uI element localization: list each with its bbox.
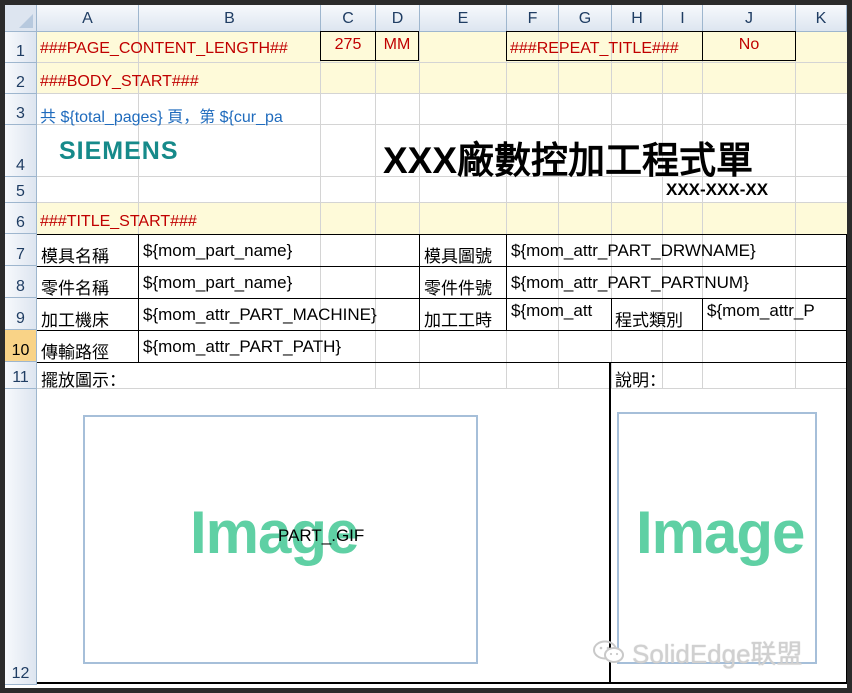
- value-mold-name[interactable]: ${mom_part_name}: [143, 241, 418, 261]
- row-number: 8: [16, 278, 25, 295]
- wechat-icon: [592, 640, 626, 664]
- row-header-6[interactable]: 6: [5, 203, 37, 234]
- value-transfer-path[interactable]: ${mom_attr_PART_PATH}: [143, 337, 543, 357]
- column-header-f[interactable]: F: [507, 5, 559, 32]
- select-all-corner[interactable]: [5, 5, 37, 32]
- column-header-e[interactable]: E: [420, 5, 507, 32]
- value-part-name[interactable]: ${mom_part_name}: [143, 273, 418, 293]
- document-number[interactable]: XXX-XXX-XX: [666, 180, 768, 200]
- label-machine: 加工機床: [41, 311, 109, 330]
- row-header-12[interactable]: 12: [5, 389, 37, 685]
- row-number: 5: [16, 183, 25, 200]
- page-content-length-cell[interactable]: ###PAGE_CONTENT_LENGTH##: [40, 40, 320, 60]
- row-number: 11: [12, 369, 29, 386]
- placement-label: 擺放圖示：: [41, 371, 126, 390]
- row-number: 12: [11, 665, 30, 682]
- column-header-c[interactable]: C: [321, 5, 376, 32]
- form-border: [419, 234, 420, 330]
- placement-image-caption: PART_.GIF: [278, 526, 365, 545]
- row-number: 6: [16, 214, 25, 231]
- column-header-i[interactable]: I: [663, 5, 703, 32]
- row-header-2[interactable]: 2: [5, 63, 37, 94]
- row-header-1[interactable]: 1: [5, 32, 37, 63]
- corner-triangle-icon: [19, 14, 33, 28]
- length-unit: MM: [383, 36, 411, 53]
- value-machine[interactable]: ${mom_attr_PART_MACHINE}: [143, 305, 418, 325]
- spreadsheet: A B C D E F G H I J K 1 2 3 4 5 6 7 8 9 …: [0, 0, 852, 693]
- row-header-8[interactable]: 8: [5, 266, 37, 298]
- title-start-cell[interactable]: ###TITLE_START###: [40, 213, 340, 231]
- row-header-3[interactable]: 3: [5, 94, 37, 125]
- notes-label: 說明：: [615, 371, 666, 390]
- label-part-number: 零件件號: [424, 279, 492, 298]
- row-number: 3: [16, 105, 25, 122]
- row-number: 1: [16, 43, 25, 60]
- form-border: [611, 298, 612, 330]
- row-header-5[interactable]: 5: [5, 177, 37, 203]
- repeat-value: No: [738, 36, 760, 53]
- form-border: [138, 234, 139, 362]
- repeat-title-cell: ###REPEAT_TITLE###: [510, 40, 679, 57]
- row-number: 7: [16, 246, 25, 263]
- label-program-type: 程式類別: [615, 311, 683, 330]
- document-title[interactable]: XXX廠數控加工程式單: [383, 130, 753, 184]
- column-header-h[interactable]: H: [612, 5, 663, 32]
- column-header-k[interactable]: K: [796, 5, 847, 32]
- gridline: [37, 93, 847, 94]
- gridline: [37, 62, 847, 63]
- length-value: 275: [334, 36, 362, 53]
- row-header-11[interactable]: 11: [5, 362, 37, 389]
- label-transfer-path: 傳輸路徑: [41, 343, 109, 362]
- row-header-7[interactable]: 7: [5, 234, 37, 266]
- row-number: 2: [16, 74, 25, 91]
- form-border: [702, 298, 703, 330]
- column-header-g[interactable]: G: [559, 5, 612, 32]
- label-part-name: 零件名稱: [41, 279, 109, 298]
- row-number: 10: [11, 342, 30, 359]
- value-part-number[interactable]: ${mom_attr_PART_PARTNUM}: [511, 273, 846, 293]
- row-header-9[interactable]: 9: [5, 298, 37, 330]
- column-header-a[interactable]: A: [37, 5, 139, 32]
- page-info-cell[interactable]: 共 ${total_pages} 頁，第 ${cur_pa: [40, 103, 321, 127]
- column-header-j[interactable]: J: [703, 5, 796, 32]
- watermark-text: SolidEdge联盟: [632, 639, 803, 669]
- image-area-divider: [609, 362, 611, 684]
- row-number: 9: [16, 310, 25, 327]
- column-header-b[interactable]: B: [139, 5, 321, 32]
- label-mold-drawing-no: 模具圖號: [424, 247, 492, 266]
- gridline: [37, 202, 847, 203]
- row-header-10[interactable]: 10: [5, 330, 37, 362]
- form-border: [506, 234, 507, 330]
- value-program-type[interactable]: ${mom_attr_P: [707, 301, 846, 329]
- value-machining-hours[interactable]: ${mom_att: [511, 301, 611, 329]
- notes-image-placeholder: Image: [636, 499, 805, 566]
- siemens-logo: SIEMENS: [59, 137, 179, 165]
- column-header-d[interactable]: D: [376, 5, 420, 32]
- label-mold-name: 模具名稱: [41, 247, 109, 266]
- value-mold-drawing-no[interactable]: ${mom_attr_PART_DRWNAME}: [511, 241, 846, 261]
- body-start-cell[interactable]: ###BODY_START###: [40, 73, 340, 91]
- row-header-4[interactable]: 4: [5, 125, 37, 177]
- label-machining-hours: 加工工時: [424, 311, 492, 330]
- row-number: 4: [16, 157, 25, 174]
